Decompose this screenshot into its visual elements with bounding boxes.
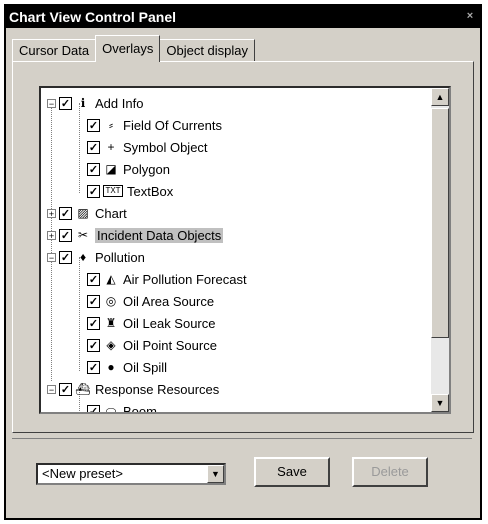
tree-item-label: TextBox — [127, 183, 174, 199]
checkbox[interactable]: ✓ — [59, 382, 72, 396]
incident-icon: ✂ — [77, 228, 89, 242]
tree-item-label: Polygon — [123, 161, 170, 177]
preset-value: <New preset> — [42, 466, 123, 481]
checkbox[interactable]: ✓ — [87, 338, 100, 352]
symbol-icon: + — [107, 140, 115, 154]
overlays-panel: − ✓ ℹ Add Info ✓ ⸗ Field Of Currents ✓ +… — [12, 61, 474, 433]
tab-object-display[interactable]: Object display — [159, 39, 256, 62]
expand-icon[interactable]: + — [47, 208, 56, 218]
checkbox[interactable]: ✓ — [87, 294, 100, 308]
tree-item-oil-leak-source[interactable]: ✓ ♜ Oil Leak Source — [87, 312, 216, 334]
tree-item-label: Pollution — [95, 249, 145, 265]
scroll-down-icon[interactable]: ▼ — [431, 394, 449, 412]
checkbox[interactable]: ✓ — [87, 316, 100, 330]
tree-item-oil-point-source[interactable]: ✓ ◈ Oil Point Source — [87, 334, 217, 356]
tree-item-pollution[interactable]: − ✓ ♦ Pollution — [47, 246, 145, 268]
tree-item-field-of-currents[interactable]: ✓ ⸗ Field Of Currents — [87, 114, 222, 136]
droplet-icon: ♦ — [79, 250, 87, 264]
tree-line — [79, 257, 80, 371]
tree-line — [79, 103, 80, 193]
checkbox[interactable]: ✓ — [87, 140, 100, 154]
close-icon[interactable]: × — [462, 8, 478, 24]
tree-item-label: Boom — [123, 403, 157, 414]
tree-item-label: Oil Leak Source — [123, 315, 216, 331]
tree-item-label: Symbol Object — [123, 139, 208, 155]
collapse-icon[interactable]: − — [47, 252, 56, 262]
oil-leak-icon: ♜ — [105, 316, 117, 330]
chevron-down-icon[interactable]: ▼ — [207, 465, 224, 483]
oil-point-icon: ◈ — [106, 338, 116, 352]
preset-bar: <New preset> ▼ Save Delete — [12, 438, 472, 509]
tab-strip: Cursor Data Overlays Object display — [12, 35, 256, 62]
checkbox[interactable]: ✓ — [87, 404, 100, 412]
checkbox[interactable]: ✓ — [59, 250, 72, 264]
tree-item-polygon[interactable]: ✓ ◪ Polygon — [87, 158, 170, 180]
overlay-tree[interactable]: − ✓ ℹ Add Info ✓ ⸗ Field Of Currents ✓ +… — [39, 86, 451, 414]
expand-icon[interactable]: + — [47, 230, 56, 240]
tree-item-label: Field Of Currents — [123, 117, 222, 133]
collapse-icon[interactable]: − — [47, 384, 56, 394]
preset-dropdown[interactable]: <New preset> ▼ — [36, 463, 226, 485]
air-pollution-icon: ◭ — [106, 272, 116, 286]
scroll-up-icon[interactable]: ▲ — [431, 88, 449, 106]
save-button[interactable]: Save — [254, 457, 330, 487]
vertical-scrollbar[interactable]: ▲ ▼ — [431, 88, 449, 412]
oil-area-icon: ◎ — [105, 294, 117, 308]
tree-item-oil-spill[interactable]: ✓ ● Oil Spill — [87, 356, 167, 378]
chart-icon: ▨ — [77, 206, 89, 220]
checkbox[interactable]: ✓ — [59, 228, 72, 242]
checkbox[interactable]: ✓ — [87, 118, 100, 132]
tab-overlays[interactable]: Overlays — [95, 35, 161, 62]
tree-item-add-info[interactable]: − ✓ ℹ Add Info — [47, 92, 143, 114]
tab-cursor-data[interactable]: Cursor Data — [12, 39, 97, 62]
tree-item-boom[interactable]: ✓ ⬭ Boom — [87, 400, 157, 414]
checkbox[interactable]: ✓ — [87, 360, 100, 374]
tree-item-label: Oil Area Source — [123, 293, 215, 309]
tree-item-incident-data-objects[interactable]: + ✓ ✂ Incident Data Objects — [47, 224, 224, 246]
checkbox[interactable]: ✓ — [87, 162, 100, 176]
checkbox[interactable]: ✓ — [87, 272, 100, 286]
ship-icon: ⛴ — [75, 382, 91, 396]
window-title: Chart View Control Panel — [9, 9, 176, 25]
tree-item-label: Add Info — [95, 95, 144, 111]
tree-item-label: Incident Data Objects — [95, 227, 224, 243]
tree-item-label: Oil Point Source — [123, 337, 217, 353]
checkbox[interactable]: ✓ — [59, 96, 72, 110]
boom-icon: ⬭ — [105, 404, 117, 414]
scroll-thumb[interactable] — [431, 108, 449, 338]
polygon-icon: ◪ — [105, 162, 117, 176]
tree-item-air-pollution-forecast[interactable]: ✓ ◭ Air Pollution Forecast — [87, 268, 247, 290]
title-bar: Chart View Control Panel × — [6, 6, 480, 28]
info-icon: ℹ — [80, 96, 86, 110]
tree-item-response-resources[interactable]: − ✓ ⛴ Response Resources — [47, 378, 219, 400]
tree-item-label: Air Pollution Forecast — [123, 271, 247, 287]
textbox-icon: TXT — [103, 185, 123, 197]
oil-spill-icon: ● — [107, 360, 115, 374]
tree-item-label: Oil Spill — [123, 359, 168, 375]
tree-item-chart[interactable]: + ✓ ▨ Chart — [47, 202, 127, 224]
delete-button[interactable]: Delete — [352, 457, 428, 487]
currents-icon: ⸗ — [109, 118, 113, 132]
tree-item-label: Chart — [95, 205, 127, 221]
tree-item-textbox[interactable]: ✓ TXT TextBox — [87, 180, 173, 202]
checkbox[interactable]: ✓ — [87, 184, 100, 198]
tree-item-oil-area-source[interactable]: ✓ ◎ Oil Area Source — [87, 290, 214, 312]
tree-item-label: Response Resources — [95, 381, 220, 397]
checkbox[interactable]: ✓ — [59, 206, 72, 220]
collapse-icon[interactable]: − — [47, 98, 56, 108]
tree-item-symbol-object[interactable]: ✓ + Symbol Object — [87, 136, 208, 158]
control-panel-window: Chart View Control Panel × Cursor Data O… — [4, 4, 482, 520]
